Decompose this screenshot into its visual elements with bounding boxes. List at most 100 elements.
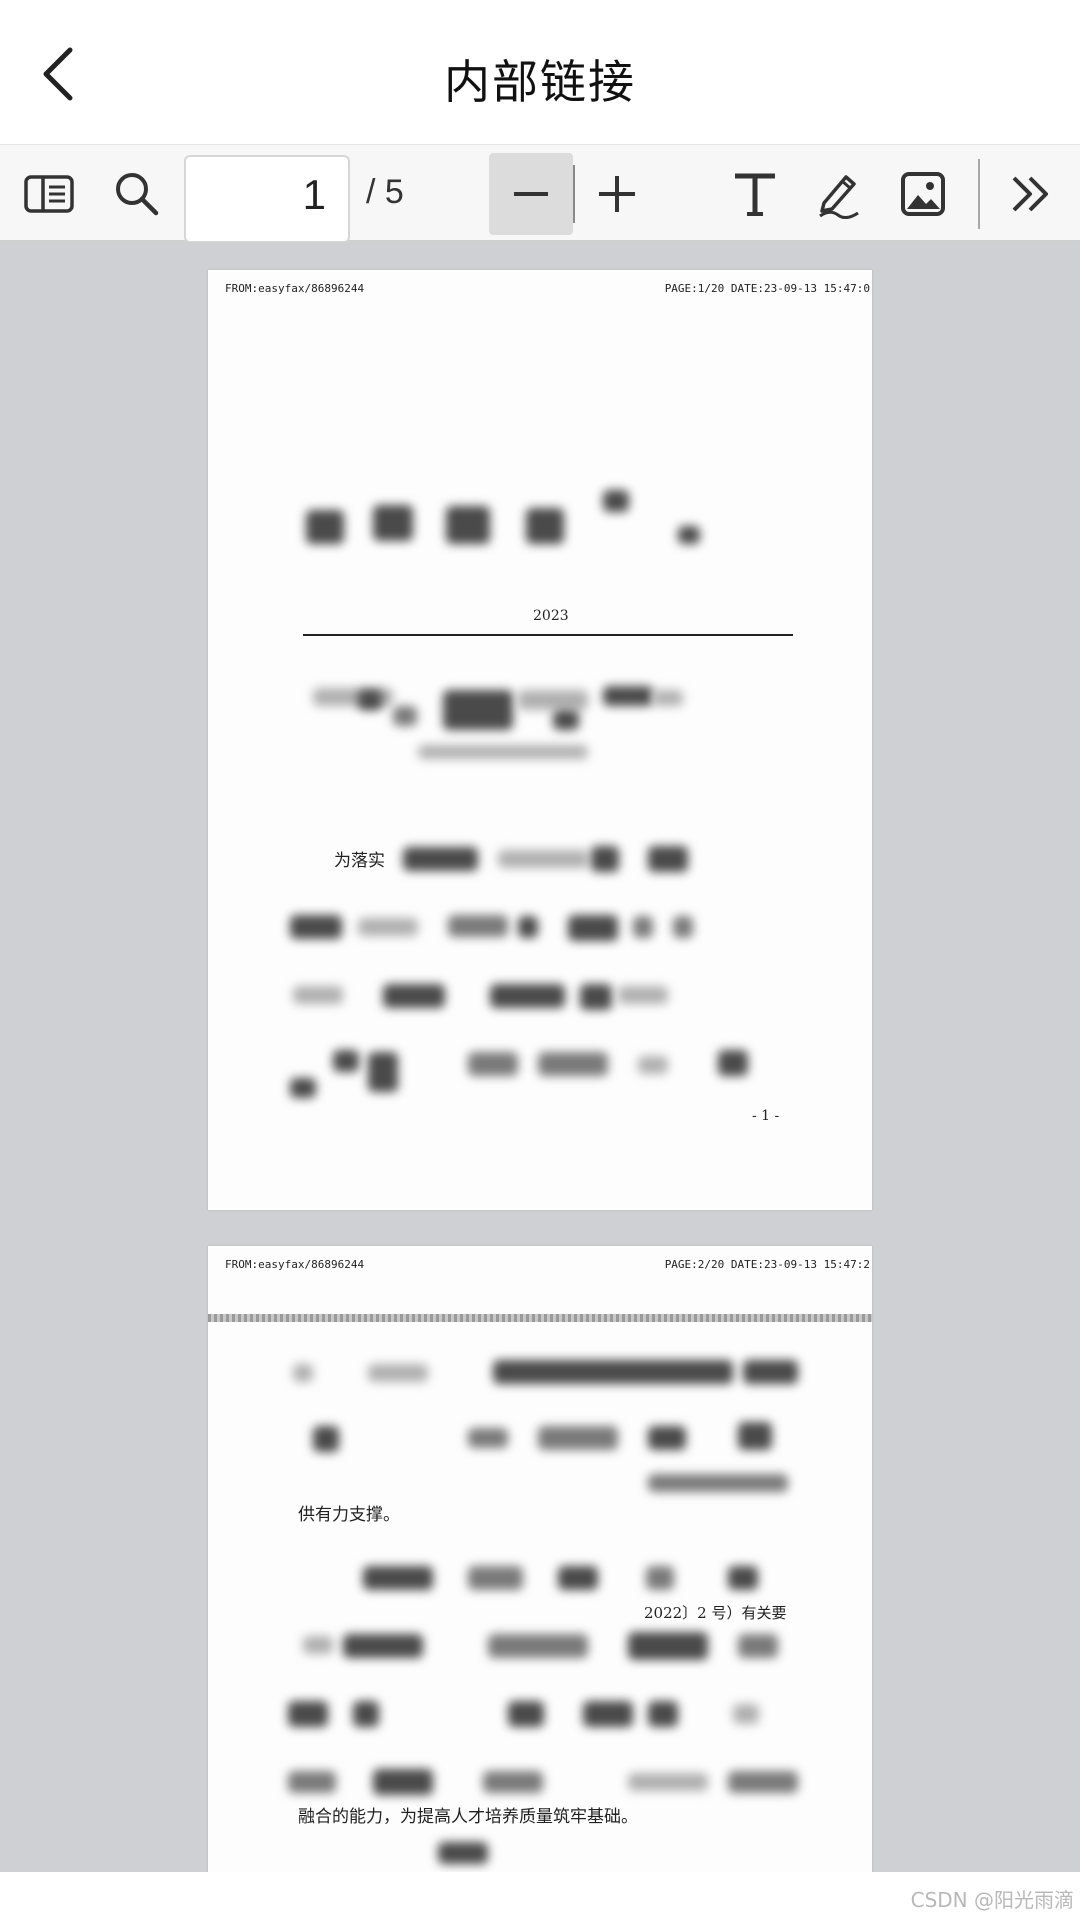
redacted-block: [648, 846, 688, 872]
document-year: 2023: [533, 608, 569, 624]
zoom-out-icon: [514, 192, 548, 196]
redacted-block: [443, 690, 513, 730]
fax-header-page: PAGE:1/20 DATE:23-09-13 15:47:0: [664, 282, 870, 295]
sidebar-toggle-button[interactable]: [14, 159, 84, 229]
redacted-block: [373, 505, 413, 541]
redacted-block: [303, 1636, 333, 1654]
zoom-out-button[interactable]: [489, 153, 573, 235]
redacted-block: [526, 508, 564, 544]
redacted-block: [288, 1771, 336, 1793]
redacted-block: [368, 1052, 398, 1092]
redacted-block: [343, 1634, 423, 1658]
redacted-block: [648, 1701, 678, 1727]
redacted-block: [493, 1360, 733, 1384]
redacted-block: [488, 1634, 588, 1658]
redacted-block: [646, 1566, 674, 1590]
redacted-block: [468, 1566, 523, 1590]
redacted-block: [558, 1566, 598, 1590]
redacted-block: [518, 690, 588, 710]
more-tools-button[interactable]: [995, 159, 1065, 229]
redacted-block: [290, 915, 342, 939]
redacted-block: [603, 490, 629, 512]
redacted-block: [591, 846, 619, 872]
redacted-block: [648, 1474, 788, 1492]
redacted-block: [483, 1771, 543, 1793]
zoom-in-icon: [599, 176, 635, 212]
page-title: 内部链接: [444, 55, 636, 109]
body-text-line: 2022〕2 号）有关要: [644, 1604, 787, 1622]
title-rule: [303, 634, 793, 636]
body-text-line: 融合的能力，为提高人才培养质量筑牢基础。: [298, 1807, 638, 1827]
image-icon: [901, 172, 945, 216]
redacted-block: [393, 706, 417, 726]
bottom-bar: CSDN @阳光雨滴: [0, 1872, 1080, 1921]
redacted-block: [648, 1426, 686, 1450]
redacted-block: [290, 1078, 316, 1098]
document-viewer[interactable]: FROM:easyfax/86896244 PAGE:1/20 DATE:23-…: [0, 242, 1080, 1872]
redacted-block: [618, 986, 668, 1004]
search-icon: [116, 173, 159, 216]
pdf-page-1: FROM:easyfax/86896244 PAGE:1/20 DATE:23-…: [208, 270, 872, 1210]
redacted-block: [353, 1701, 379, 1727]
paragraph-start: 为落实: [334, 851, 385, 871]
fax-header-from: FROM:easyfax/86896244: [225, 282, 365, 295]
redacted-block: [728, 1566, 758, 1590]
redacted-block: [638, 1056, 668, 1074]
page-number-input[interactable]: 1: [184, 155, 350, 243]
redacted-block: [738, 1422, 772, 1450]
text-tool-icon: [735, 173, 775, 216]
redacted-block: [373, 1769, 433, 1795]
redacted-block: [468, 1052, 518, 1076]
redacted-block: [368, 1364, 428, 1382]
fax-header-from: FROM:easyfax/86896244: [225, 1258, 365, 1271]
fax-header-page: PAGE:2/20 DATE:23-09-13 15:47:2: [664, 1258, 870, 1271]
redacted-block: [678, 526, 700, 544]
pdf-toolbar: 1 / 5: [0, 144, 1080, 243]
page-total-label: / 5: [366, 173, 404, 211]
search-button[interactable]: [102, 159, 172, 229]
redacted-block: [728, 1771, 798, 1793]
image-tool-button[interactable]: [888, 159, 958, 229]
redacted-block: [403, 847, 478, 871]
redacted-block: [538, 1052, 608, 1076]
pen-icon: [819, 175, 859, 219]
more-icon: [1012, 176, 1048, 212]
redacted-block: [743, 1360, 798, 1384]
zoom-divider: [573, 165, 575, 223]
redacted-block: [490, 984, 565, 1008]
redacted-block: [333, 1050, 359, 1072]
redacted-block: [448, 915, 508, 937]
redacted-block: [603, 686, 653, 706]
redacted-block: [538, 1426, 618, 1450]
redacted-block: [580, 984, 612, 1010]
redacted-block: [498, 850, 588, 868]
redacted-block: [673, 916, 693, 938]
redacted-block: [508, 1701, 544, 1727]
redacted-block: [653, 690, 683, 706]
redacted-block: [383, 984, 445, 1008]
pen-tool-button[interactable]: [804, 159, 874, 229]
redacted-block: [363, 1566, 433, 1590]
app-header: 内部链接: [0, 0, 1080, 144]
redacted-block: [418, 745, 588, 759]
zoom-in-button[interactable]: [582, 159, 652, 229]
redacted-block: [738, 1634, 778, 1658]
redacted-block: [293, 1364, 313, 1382]
redacted-block: [633, 916, 653, 938]
redacted-block: [293, 986, 343, 1004]
body-text-line: 供有力支撑。: [298, 1505, 400, 1525]
watermark-text: CSDN @阳光雨滴: [910, 1888, 1074, 1912]
scan-band: [208, 1314, 872, 1322]
redacted-block: [518, 916, 538, 938]
redacted-block: [306, 510, 344, 544]
redacted-block: [358, 918, 418, 936]
redacted-block: [313, 1426, 339, 1452]
text-tool-button[interactable]: [720, 159, 790, 229]
sidebar-icon: [24, 175, 74, 213]
redacted-block: [733, 1704, 759, 1724]
redacted-block: [358, 690, 382, 710]
redacted-block: [568, 915, 618, 941]
redacted-block: [446, 506, 490, 544]
redacted-block: [628, 1773, 708, 1791]
redacted-block: [553, 710, 579, 730]
